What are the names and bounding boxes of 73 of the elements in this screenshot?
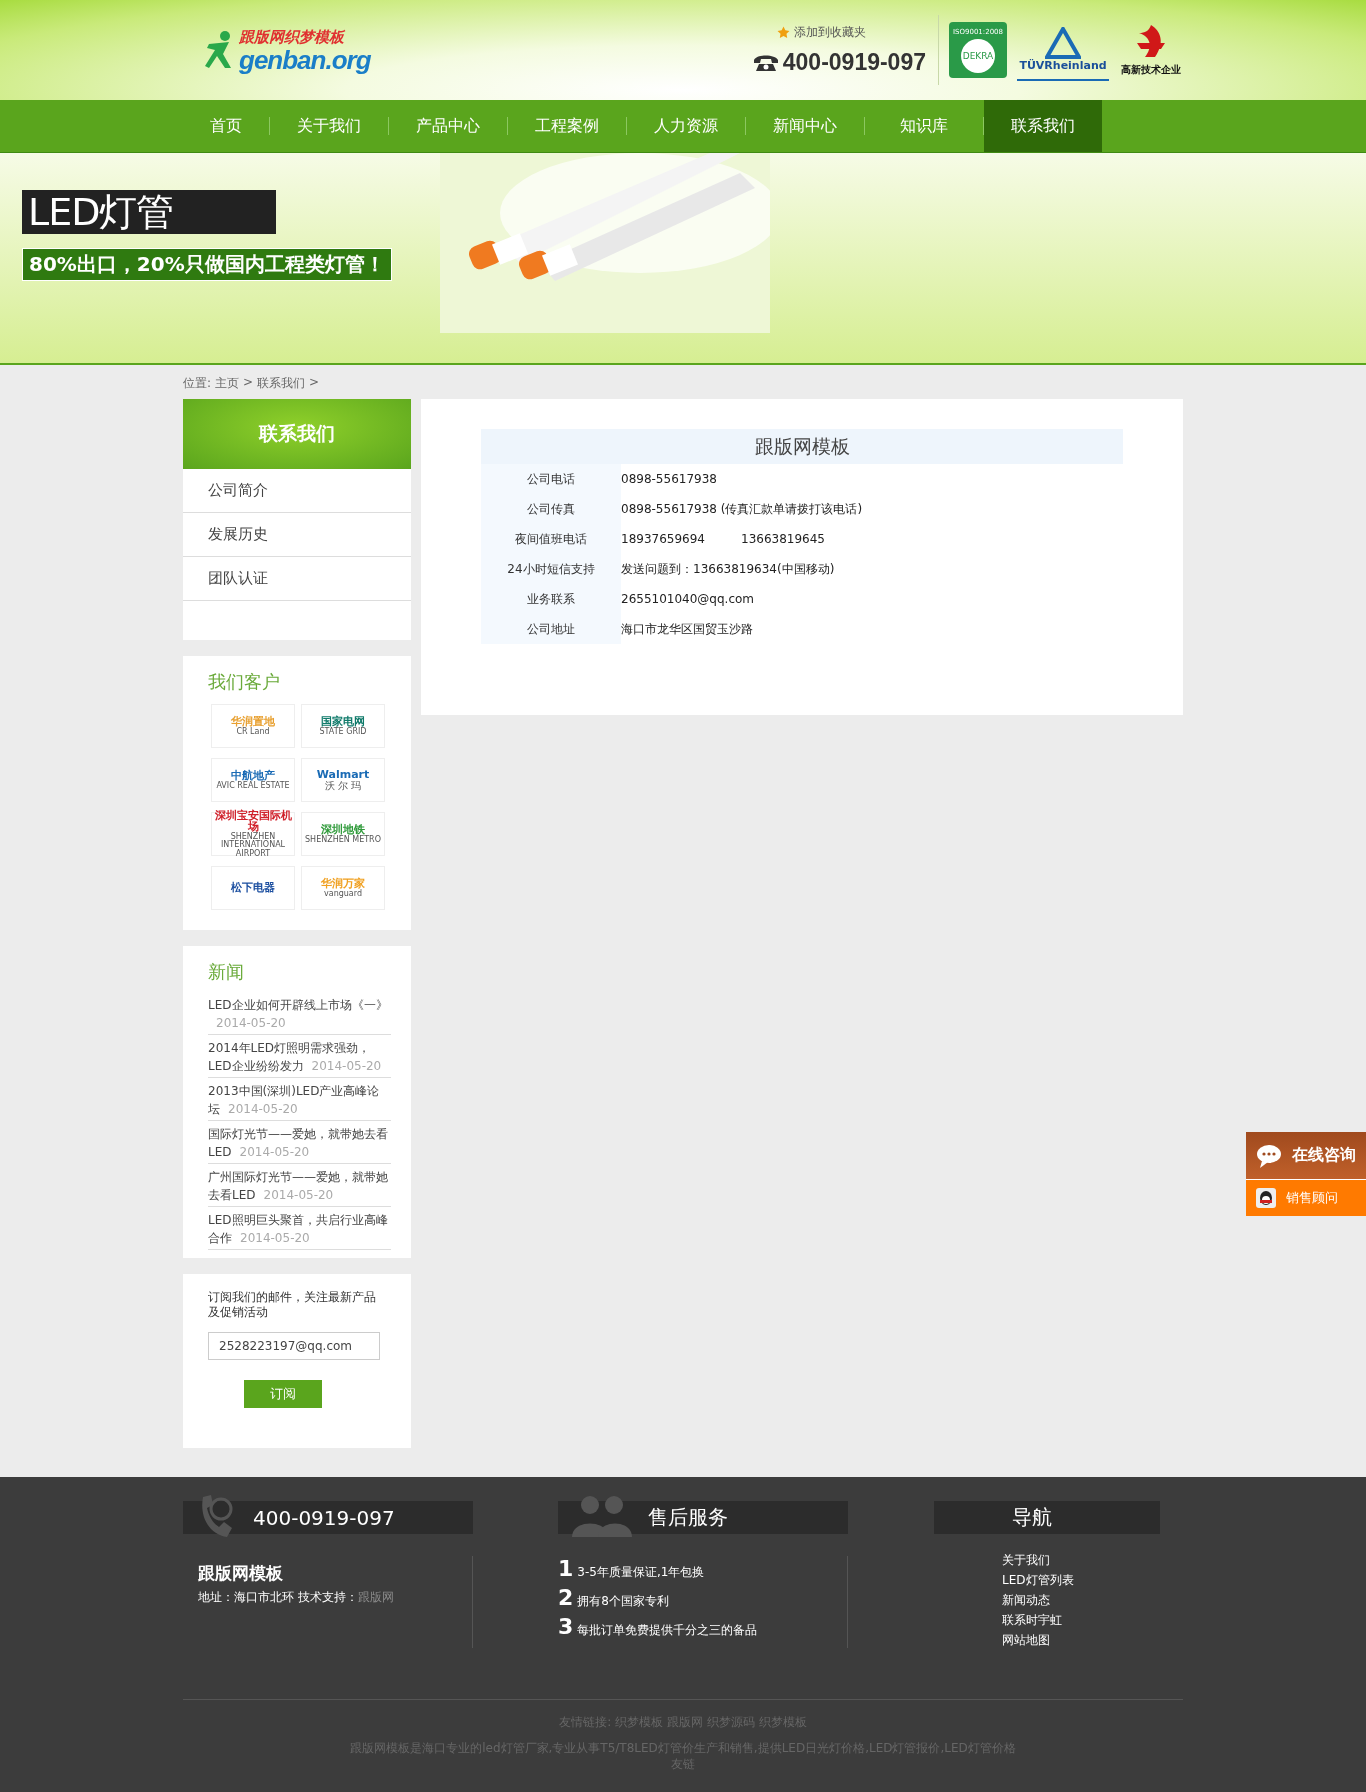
email-field[interactable]: 2528223197@qq.com xyxy=(208,1332,380,1360)
news-title: 新闻 xyxy=(207,960,245,984)
clients-title: 我们客户 xyxy=(207,670,281,694)
contact-title: 跟版网模板 xyxy=(481,429,1123,464)
client-logo: 华润万家 vanguard xyxy=(301,866,385,910)
contact-label: 夜间值班电话 xyxy=(481,524,621,554)
footer-nav-link[interactable]: LED灯管列表 xyxy=(1002,1570,1160,1590)
breadcrumb-link[interactable]: 联系我们 xyxy=(257,375,306,392)
sidebar-item[interactable]: 发展历史 xyxy=(183,513,411,557)
news-item[interactable]: 2013中国(深圳)LED产业高峰论坛 2014-05-20 xyxy=(208,1078,391,1121)
news-item[interactable]: 国际灯光节——爱她，就带她去看LED 2014-05-20 xyxy=(208,1121,391,1164)
contact-label: 24小时短信支持 xyxy=(481,554,621,584)
client-logo: 中航地产 AVIC REAL ESTATE xyxy=(211,758,295,802)
breadcrumb-link[interactable]: 主页 xyxy=(215,375,240,392)
footer-nav-link[interactable]: 新闻动态 xyxy=(1002,1590,1160,1610)
service-point: 1 3-5年质量保证,1年包换 xyxy=(558,1556,706,1583)
sidebar-item[interactable]: 团队认证 xyxy=(183,557,411,601)
footer-company: 跟版网模板 xyxy=(198,1562,284,1585)
footer-nav-title: 导航 xyxy=(934,1501,1160,1534)
site-logo[interactable]: 跟版网织梦模板 genban.org xyxy=(205,27,371,73)
star-icon xyxy=(777,26,790,39)
hightech-badge: 高新技术企业 xyxy=(1119,20,1183,80)
breadcrumb-separator: > xyxy=(243,375,254,391)
nav-tab[interactable]: 新闻中心 xyxy=(746,100,864,152)
news-item[interactable]: 广州国际灯光节——爱她，就带她去看LED 2014-05-20 xyxy=(208,1164,391,1207)
footer-nav-link[interactable]: 网站地图 xyxy=(1002,1630,1160,1650)
tuv-badge: TÜVRheinland xyxy=(1017,19,1109,81)
news-item[interactable]: LED照明巨头聚首，共启行业高峰合作 2014-05-20 xyxy=(208,1207,391,1250)
contact-label: 公司电话 xyxy=(481,464,621,494)
banner-subtitle: 80%出口，20%只做国内工程类灯管！ xyxy=(22,248,392,281)
contact-value: 13663819645 xyxy=(741,532,826,546)
client-logo: Walmart 沃 尔 玛 xyxy=(301,758,385,802)
nav-tab[interactable]: 首页 xyxy=(183,100,269,152)
breadcrumb-label: 位置: xyxy=(183,375,212,392)
phone-number: 400-0919-097 xyxy=(782,49,926,76)
contact-value: 0898-55617938 (传真汇款单请拨打该电话) xyxy=(621,500,863,518)
contact-value: 0898-55617938 xyxy=(621,472,718,486)
nav-tab[interactable]: 产品中心 xyxy=(389,100,507,152)
subscribe-button[interactable]: 订阅 xyxy=(244,1380,322,1408)
service-point: 3 每批订单免费提供千分之三的备品 xyxy=(558,1614,759,1641)
phone-icon xyxy=(752,53,779,72)
contact-label: 公司传真 xyxy=(481,494,621,524)
support-link[interactable]: 跟版网 xyxy=(357,1590,394,1604)
sidebar-item[interactable]: 公司简介 xyxy=(183,469,411,513)
news-item[interactable]: 2014年LED灯照明需求强劲，LED企业纷纷发力 2014-05-20 xyxy=(208,1035,391,1078)
contact-label: 公司地址 xyxy=(481,614,621,644)
footer-nav-link[interactable]: 联系时宇虹 xyxy=(1002,1610,1160,1630)
contact-label: 业务联系 xyxy=(481,584,621,614)
footer-nav-link[interactable]: 关于我们 xyxy=(1002,1550,1160,1570)
people-icon xyxy=(570,1493,634,1537)
nav-tab[interactable]: 联系我们 xyxy=(984,100,1102,152)
client-logo: 深圳地铁 SHENZHEN METRO xyxy=(301,812,385,856)
nav-tab[interactable]: 工程案例 xyxy=(508,100,626,152)
nav-tab[interactable]: 人力资源 xyxy=(627,100,745,152)
contact-value: 2655101040@qq.com xyxy=(621,592,755,606)
news-item[interactable]: LED企业如何开辟线上市场《一》 2014-05-20 xyxy=(208,992,391,1035)
client-logo: 国家电网 STATE GRID xyxy=(301,704,385,748)
penguin-icon xyxy=(1256,1188,1276,1208)
contact-value: 海口市龙华区国贸玉沙路 xyxy=(621,620,753,638)
breadcrumb-separator: > xyxy=(309,375,320,391)
contact-value: 18937659694 xyxy=(621,532,706,546)
footer-address: 地址：海口市北环 技术支持：跟版网 xyxy=(198,1589,395,1606)
consult-header: 在线咨询 xyxy=(1246,1132,1366,1179)
contact-value: 发送问题到：13663819634(中国移动) xyxy=(621,560,835,578)
nav-tab[interactable]: 知识库 xyxy=(865,100,983,152)
sidebar-title: 联系我们 xyxy=(183,399,411,469)
bookmark-link[interactable]: 添加到收藏夹 xyxy=(794,24,866,41)
subscribe-text: 订阅我们的邮件，关注最新产品及促销活动 xyxy=(208,1290,377,1320)
client-logo: 松下电器 xyxy=(211,866,295,910)
banner-title: LED灯管 xyxy=(22,190,276,234)
service-point: 2 拥有8个国家专利 xyxy=(558,1585,670,1612)
nav-tab[interactable]: 关于我们 xyxy=(270,100,388,152)
client-logo: 华润置地 CR Land xyxy=(211,704,295,748)
